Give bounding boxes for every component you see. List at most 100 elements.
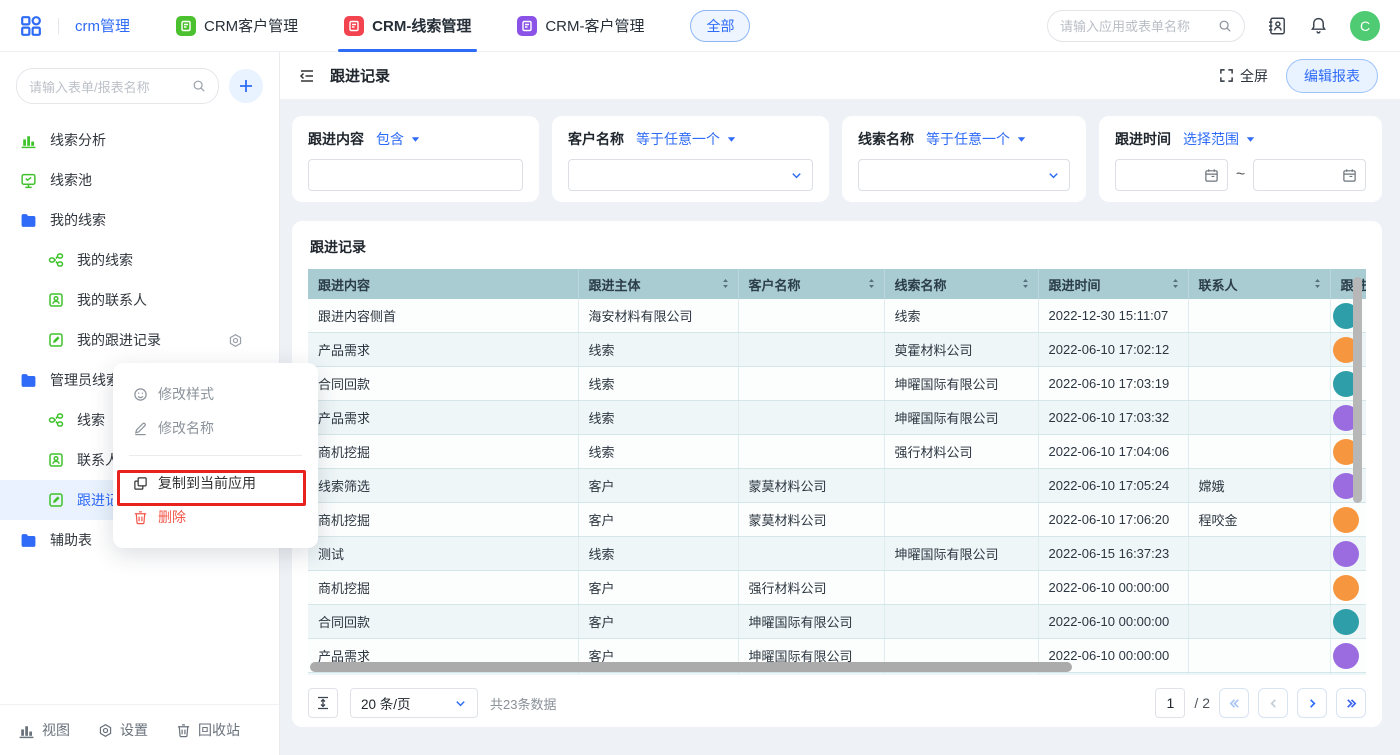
column-header-联系人[interactable]: 联系人 bbox=[1188, 269, 1330, 299]
column-header-跟进内容[interactable]: 跟进内容 bbox=[308, 269, 578, 299]
copy-icon bbox=[133, 476, 148, 491]
menu-item-修改名称[interactable]: 修改名称 bbox=[113, 411, 318, 445]
table-row[interactable]: 产品需求客户坤曜国际有限公司2022-06-15 00:00:00 bbox=[308, 673, 1366, 676]
page-size-select[interactable]: 20 条/页 bbox=[350, 688, 478, 718]
table-row[interactable]: 跟进内容侧首海安材料有限公司线索2022-12-30 15:11:07 bbox=[308, 299, 1366, 333]
vertical-scrollbar[interactable] bbox=[1353, 277, 1362, 503]
cell-contact bbox=[1188, 401, 1330, 435]
filter-text-input[interactable] bbox=[308, 159, 523, 191]
folder-icon bbox=[20, 212, 37, 229]
cell-customer bbox=[738, 537, 884, 571]
edit-report-button[interactable]: 编辑报表 bbox=[1286, 59, 1378, 93]
filter-select[interactable] bbox=[858, 159, 1070, 191]
column-label: 跟进主体 bbox=[589, 278, 641, 293]
app-tab[interactable]: CRM-线索管理 bbox=[344, 0, 471, 52]
gear-icon[interactable] bbox=[228, 333, 243, 348]
filter-select[interactable] bbox=[568, 159, 813, 191]
menu-item-label: 修改名称 bbox=[158, 418, 214, 438]
apps-grid-icon[interactable] bbox=[20, 15, 42, 37]
sidebar-item-我的跟进记录[interactable]: 我的跟进记录 bbox=[0, 320, 279, 360]
sort-icon bbox=[1313, 278, 1322, 289]
cell-owner bbox=[1330, 503, 1366, 537]
sidebar-item-label: 线索池 bbox=[50, 170, 92, 190]
first-page-button[interactable] bbox=[1219, 688, 1249, 718]
column-label: 跟进内容 bbox=[318, 278, 370, 293]
form-search-input[interactable]: 请输入表单/报表名称 bbox=[16, 68, 219, 104]
calendar-icon bbox=[1204, 168, 1219, 183]
fullscreen-button[interactable]: 全屏 bbox=[1219, 66, 1268, 86]
sidebar-item-我的线索[interactable]: 我的线索 bbox=[0, 240, 279, 280]
cell-subject: 客户 bbox=[578, 673, 738, 676]
cell-time: 2022-06-15 16:37:23 bbox=[1038, 537, 1188, 571]
idcard-icon bbox=[48, 452, 64, 468]
footer-视图[interactable]: 视图 bbox=[18, 720, 70, 740]
column-label: 跟进时间 bbox=[1049, 278, 1101, 293]
table-row[interactable]: 商机挖掘客户蒙莫材料公司2022-06-10 17:06:20程咬金 bbox=[308, 503, 1366, 537]
sidebar-item-我的线索[interactable]: 我的线索 bbox=[0, 200, 279, 240]
column-header-客户名称[interactable]: 客户名称 bbox=[738, 269, 884, 299]
user-avatar[interactable]: C bbox=[1350, 11, 1380, 41]
add-form-button[interactable] bbox=[229, 69, 263, 103]
column-header-跟进时间[interactable]: 跟进时间 bbox=[1038, 269, 1188, 299]
cell-subject: 客户 bbox=[578, 503, 738, 537]
fullscreen-label: 全屏 bbox=[1240, 66, 1268, 86]
sidebar-item-线索池[interactable]: 线索池 bbox=[0, 160, 279, 200]
cell-subject: 线索 bbox=[578, 401, 738, 435]
all-apps-button[interactable]: 全部 bbox=[690, 10, 750, 42]
table-row[interactable]: 合同回款客户坤曜国际有限公司2022-06-10 00:00:00 bbox=[308, 605, 1366, 639]
footer-设置[interactable]: 设置 bbox=[98, 720, 148, 740]
sidebar-item-label: 我的联系人 bbox=[77, 290, 147, 310]
table-row[interactable]: 线索筛选客户蒙莫材料公司2022-06-10 17:05:24嫦娥 bbox=[308, 469, 1366, 503]
collapse-sidebar-icon[interactable] bbox=[298, 67, 316, 85]
cell-owner bbox=[1330, 639, 1366, 673]
cell-time: 2022-06-10 17:03:19 bbox=[1038, 367, 1188, 401]
filter-operator[interactable]: 选择范围 bbox=[1183, 129, 1256, 149]
footer-回收站[interactable]: 回收站 bbox=[176, 720, 240, 740]
menu-item-复制到当前应用[interactable]: 复制到当前应用 bbox=[113, 466, 318, 500]
cell-content: 商机挖掘 bbox=[308, 503, 578, 537]
date-start-input[interactable] bbox=[1115, 159, 1228, 191]
cell-subject: 客户 bbox=[578, 571, 738, 605]
current-page-input[interactable]: 1 bbox=[1155, 688, 1185, 718]
filter-operator[interactable]: 等于任意一个 bbox=[636, 129, 737, 149]
sidebar-item-线索分析[interactable]: 线索分析 bbox=[0, 120, 279, 160]
cell-time: 2022-06-10 17:03:32 bbox=[1038, 401, 1188, 435]
filter-operator[interactable]: 等于任意一个 bbox=[926, 129, 1027, 149]
last-page-button[interactable] bbox=[1336, 688, 1366, 718]
prev-page-button[interactable] bbox=[1258, 688, 1288, 718]
pensq-icon bbox=[48, 332, 64, 348]
cell-content: 线索筛选 bbox=[308, 469, 578, 503]
menu-item-修改样式[interactable]: 修改样式 bbox=[113, 377, 318, 411]
menu-item-label: 删除 bbox=[158, 507, 186, 527]
next-page-button[interactable] bbox=[1297, 688, 1327, 718]
contacts-book-icon[interactable] bbox=[1267, 16, 1287, 36]
home-app-link[interactable]: crm管理 bbox=[75, 15, 130, 36]
table-row[interactable]: 商机挖掘客户强行材料公司2022-06-10 00:00:00 bbox=[308, 571, 1366, 605]
table-row[interactable]: 产品需求线索坤曜国际有限公司2022-06-10 17:03:32 bbox=[308, 401, 1366, 435]
footer-label: 回收站 bbox=[198, 720, 240, 740]
table-row[interactable]: 合同回款线索坤曜国际有限公司2022-06-10 17:03:19 bbox=[308, 367, 1366, 401]
top-app-bar: crm管理 CRM客户管理 CRM-线索管理 CRM-客户管理 全部 请输入应用或表… bbox=[0, 0, 1400, 52]
app-tab[interactable]: CRM客户管理 bbox=[176, 0, 298, 52]
filter-bar: 跟进内容包含客户名称等于任意一个线索名称等于任意一个跟进时间选择范围~ bbox=[292, 116, 1382, 202]
global-search-input[interactable]: 请输入应用或表单名称 bbox=[1047, 10, 1245, 42]
horizontal-scrollbar[interactable] bbox=[310, 662, 1072, 672]
table-row[interactable]: 商机挖掘线索强行材料公司2022-06-10 17:04:06 bbox=[308, 435, 1366, 469]
filter-operator-label: 等于任意一个 bbox=[636, 129, 720, 149]
records-table: 跟进内容跟进主体客户名称线索名称跟进时间联系人跟进人 跟进内容侧首海安材料有限公… bbox=[308, 269, 1366, 675]
chart-icon bbox=[18, 722, 35, 739]
table-density-button[interactable] bbox=[308, 688, 338, 718]
cell-lead: 线索 bbox=[884, 299, 1038, 333]
table-row[interactable]: 产品需求线索萸霍材料公司2022-06-10 17:02:12 bbox=[308, 333, 1366, 367]
menu-item-删除[interactable]: 删除 bbox=[113, 500, 318, 534]
date-end-input[interactable] bbox=[1253, 159, 1366, 191]
app-tab[interactable]: CRM-客户管理 bbox=[517, 0, 644, 52]
column-header-线索名称[interactable]: 线索名称 bbox=[884, 269, 1038, 299]
chevron-down-icon bbox=[1047, 169, 1060, 182]
cell-customer bbox=[738, 367, 884, 401]
filter-operator[interactable]: 包含 bbox=[376, 129, 421, 149]
notifications-bell-icon[interactable] bbox=[1309, 16, 1328, 35]
table-row[interactable]: 测试线索坤曜国际有限公司2022-06-15 16:37:23 bbox=[308, 537, 1366, 571]
sidebar-item-我的联系人[interactable]: 我的联系人 bbox=[0, 280, 279, 320]
column-header-跟进主体[interactable]: 跟进主体 bbox=[578, 269, 738, 299]
